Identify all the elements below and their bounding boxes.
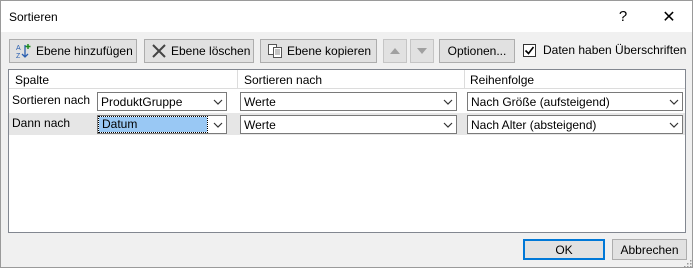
copy-icon xyxy=(267,43,283,59)
column-select[interactable]: ProduktGruppe xyxy=(97,92,227,111)
delete-level-button[interactable]: Ebene löschen xyxy=(144,39,254,63)
column-select-value: ProduktGruppe xyxy=(101,94,183,109)
chevron-down-icon[interactable] xyxy=(665,93,682,110)
chevron-down-icon[interactable] xyxy=(439,93,456,110)
window-title: Sortieren xyxy=(9,10,58,24)
sort-on-select-value: Werte xyxy=(244,117,276,132)
help-button[interactable]: ? xyxy=(600,1,646,32)
options-button[interactable]: Optionen... xyxy=(439,39,515,63)
ok-button[interactable]: OK xyxy=(523,239,605,260)
headers-checkbox-label: Daten haben Überschriften xyxy=(543,43,687,57)
delete-x-icon xyxy=(151,43,167,59)
add-level-button[interactable]: A Z Ebene hinzufügen xyxy=(9,39,137,63)
sort-levels-grid: Spalte Sortieren nach Reihenfolge Sortie… xyxy=(8,69,686,233)
sort-on-select[interactable]: Werte xyxy=(240,92,457,111)
chevron-down-icon[interactable] xyxy=(665,116,682,133)
sort-dialog: Sortieren ? ✕ A Z Ebene hinzufügen Ebene… xyxy=(0,0,693,268)
svg-text:Z: Z xyxy=(16,53,21,59)
order-select-value: Nach Größe (aufsteigend) xyxy=(471,94,610,109)
move-down-button[interactable] xyxy=(410,39,434,63)
close-button[interactable]: ✕ xyxy=(646,1,692,32)
resize-grip-icon[interactable] xyxy=(682,258,692,268)
header-divider xyxy=(464,70,465,88)
header-separator xyxy=(9,88,685,89)
add-level-icon: A Z xyxy=(16,43,32,59)
row-label: Dann nach xyxy=(12,116,71,130)
options-label: Optionen... xyxy=(447,44,507,58)
sort-on-select-value: Werte xyxy=(244,94,276,109)
order-header: Reihenfolge xyxy=(470,73,535,87)
chevron-down-icon[interactable] xyxy=(209,116,226,133)
header-divider xyxy=(237,70,238,88)
sort-on-header: Sortieren nach xyxy=(244,73,323,87)
row-label: Sortieren nach xyxy=(12,93,91,107)
add-level-label: Ebene hinzufügen xyxy=(36,44,133,58)
headers-checkbox[interactable] xyxy=(523,43,536,57)
column-select[interactable]: Datum xyxy=(97,115,227,134)
checkmark-icon xyxy=(524,46,535,55)
copy-level-label: Ebene kopieren xyxy=(287,44,372,58)
headers-checkbox-group[interactable]: Daten haben Überschriften xyxy=(523,43,686,57)
column-select-value: Datum xyxy=(98,116,208,133)
cancel-button[interactable]: Abbrechen xyxy=(612,239,687,260)
chevron-down-icon[interactable] xyxy=(439,116,456,133)
move-up-icon xyxy=(390,48,400,54)
chevron-down-icon[interactable] xyxy=(209,93,226,110)
sort-on-select[interactable]: Werte xyxy=(240,115,457,134)
order-select[interactable]: Nach Alter (absteigend) xyxy=(467,115,683,134)
title-bar: Sortieren ? ✕ xyxy=(1,1,692,32)
column-header: Spalte xyxy=(15,73,50,87)
order-select[interactable]: Nach Größe (aufsteigend) xyxy=(467,92,683,111)
svg-text:A: A xyxy=(16,45,21,52)
move-up-button[interactable] xyxy=(383,39,407,63)
move-down-icon xyxy=(417,48,427,54)
delete-level-label: Ebene löschen xyxy=(171,44,251,58)
copy-level-button[interactable]: Ebene kopieren xyxy=(260,39,377,63)
order-select-value: Nach Alter (absteigend) xyxy=(471,117,597,132)
